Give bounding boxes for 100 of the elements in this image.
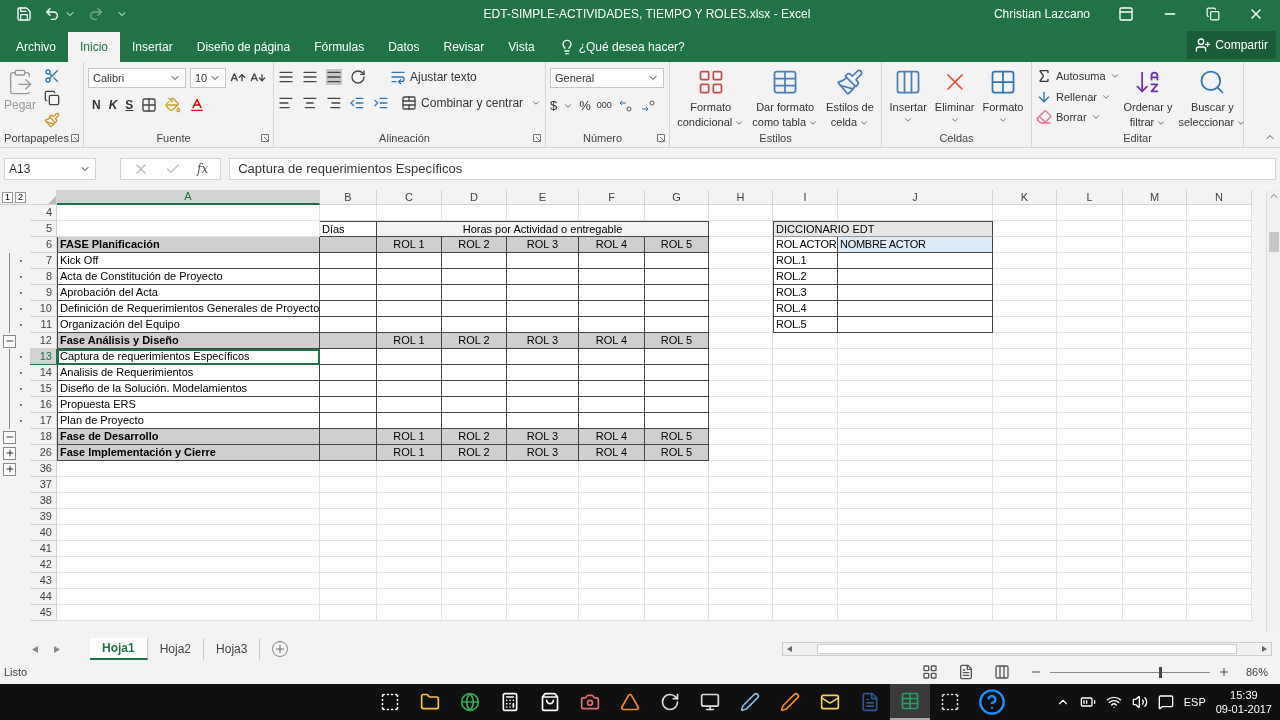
merge-center-button[interactable]: Combinar y centrar [401, 94, 524, 112]
ribbon-tab[interactable]: Revisar [431, 32, 497, 62]
column-header[interactable]: A [57, 190, 320, 205]
restore-icon[interactable] [1206, 7, 1220, 21]
scroll-left-icon[interactable] [32, 645, 38, 653]
bold-button[interactable]: N [92, 96, 101, 114]
ribbon-button[interactable]: Ordenar y filtrar [1121, 68, 1175, 130]
row-header[interactable]: 8 [30, 269, 57, 285]
italic-button[interactable]: K [108, 96, 118, 114]
snipping-icon[interactable] [940, 692, 960, 712]
align-left-icon[interactable] [278, 95, 294, 111]
borders-icon[interactable] [141, 97, 158, 113]
row-header[interactable]: 42 [30, 557, 57, 573]
mail-icon[interactable] [820, 692, 840, 712]
ribbon-tab[interactable]: Vista [496, 32, 547, 62]
row-header[interactable]: 15 [30, 381, 57, 397]
scroll-thumb[interactable] [817, 644, 1237, 654]
row-header[interactable]: 16 [30, 397, 57, 413]
expand-button[interactable] [3, 462, 16, 476]
excel-icon[interactable] [900, 691, 920, 711]
underline-button[interactable]: S [125, 96, 134, 114]
row-header[interactable]: 12 [30, 333, 57, 349]
row-header[interactable]: 5 [30, 221, 57, 237]
ribbon-button[interactable]: Borrar [1036, 109, 1120, 126]
camera-icon[interactable] [580, 692, 600, 712]
normal-view-icon[interactable] [921, 664, 938, 680]
scroll-right-icon[interactable] [54, 645, 60, 653]
wifi-icon[interactable] [1105, 694, 1122, 710]
collapse-button[interactable] [3, 334, 16, 348]
align-middle-icon[interactable] [302, 69, 318, 85]
row-header[interactable]: 4 [30, 205, 57, 221]
ribbon-button[interactable]: Formato condicional [675, 68, 747, 130]
orientation-icon[interactable] [350, 69, 366, 85]
row-header[interactable]: 7 [30, 253, 57, 269]
clock-date[interactable]: 09-01-2017 [1215, 702, 1272, 716]
clock-time[interactable]: 15:39 [1230, 688, 1258, 702]
help-icon[interactable] [978, 688, 1006, 716]
ribbon-button[interactable]: Eliminar [932, 68, 977, 125]
row-header[interactable]: 36 [30, 461, 57, 477]
row-header[interactable]: 37 [30, 477, 57, 493]
sheet-tab[interactable]: Hoja3 [204, 638, 261, 660]
row-header[interactable]: 38 [30, 493, 57, 509]
scroll-left-icon[interactable] [787, 646, 792, 652]
ribbon-tab[interactable]: Insertar [120, 32, 185, 62]
tell-me-field[interactable]: ¿Qué desea hacer? [578, 38, 685, 56]
align-right-icon[interactable] [325, 95, 342, 111]
notification-icon[interactable] [1157, 694, 1174, 710]
font-color-icon[interactable] [189, 97, 206, 113]
sheet-tab[interactable]: Hoja2 [147, 638, 205, 660]
align-center-icon[interactable] [301, 95, 318, 111]
sheet-tab[interactable]: Hoja1 [90, 638, 148, 660]
ribbon-display-icon[interactable] [1118, 6, 1134, 22]
row-header[interactable]: 40 [30, 525, 57, 541]
ribbon-button[interactable]: Estilos de celda [824, 68, 876, 130]
copy-icon[interactable] [44, 90, 61, 106]
dialog-launcher-icon[interactable] [261, 134, 269, 142]
expand-button[interactable] [3, 446, 16, 460]
page-break-icon[interactable] [993, 664, 1010, 680]
ribbon-button[interactable]: Dar formato como tabla [750, 68, 821, 130]
decrease-decimal-icon[interactable] [639, 97, 656, 114]
page-layout-icon[interactable] [957, 664, 974, 680]
share-button[interactable]: Compartir [1187, 31, 1276, 59]
increase-indent-icon[interactable] [373, 95, 390, 111]
row-header[interactable]: 43 [30, 573, 57, 589]
ribbon-button[interactable]: Formato [980, 68, 1026, 125]
browser-icon[interactable] [460, 692, 480, 712]
row-header[interactable]: 17 [30, 413, 57, 429]
word-icon[interactable] [860, 692, 880, 712]
wrap-text-button[interactable]: Ajustar texto [390, 68, 477, 86]
cone-icon[interactable] [620, 692, 640, 712]
zoom-slider-thumb[interactable] [1158, 666, 1162, 678]
number-format-dropdown[interactable]: General [550, 68, 664, 88]
align-bottom-icon[interactable] [326, 69, 342, 85]
name-box[interactable]: A13 [4, 158, 96, 180]
ribbon-tab[interactable]: Inicio [68, 32, 121, 62]
font-size-dropdown[interactable]: 10 [190, 68, 226, 88]
row-header[interactable]: 18 [30, 429, 57, 445]
thousands-button[interactable]: 000 [596, 99, 612, 113]
battery-icon[interactable] [1079, 694, 1096, 710]
outline-level-button[interactable]: 1 [2, 191, 13, 203]
font-name-dropdown[interactable]: Calibri [88, 68, 186, 88]
row-header[interactable]: 41 [30, 541, 57, 557]
ribbon-button[interactable]: Buscar y seleccionar [1176, 68, 1249, 130]
language-indicator[interactable]: ESP [1183, 693, 1206, 711]
dialog-launcher-icon[interactable] [71, 134, 79, 142]
horizontal-scrollbar[interactable] [782, 642, 1272, 656]
ribbon-button[interactable]: Insertar [887, 68, 929, 125]
row-header[interactable]: 9 [30, 285, 57, 301]
row-header[interactable]: 11 [30, 317, 57, 333]
collapse-button[interactable] [3, 430, 16, 444]
formula-field[interactable]: Captura de requerimientos Específicos [229, 158, 1276, 180]
zoom-in-icon[interactable] [1217, 666, 1230, 678]
row-header[interactable]: 26 [30, 445, 57, 461]
task-view-icon[interactable] [380, 692, 400, 712]
pen-icon[interactable] [740, 692, 760, 712]
row-header[interactable]: 39 [30, 509, 57, 525]
cut-icon[interactable] [44, 68, 61, 84]
row-header[interactable]: 14 [30, 365, 57, 381]
ribbon-button[interactable]: Autosuma [1036, 68, 1120, 85]
scroll-right-icon[interactable] [1262, 646, 1267, 652]
